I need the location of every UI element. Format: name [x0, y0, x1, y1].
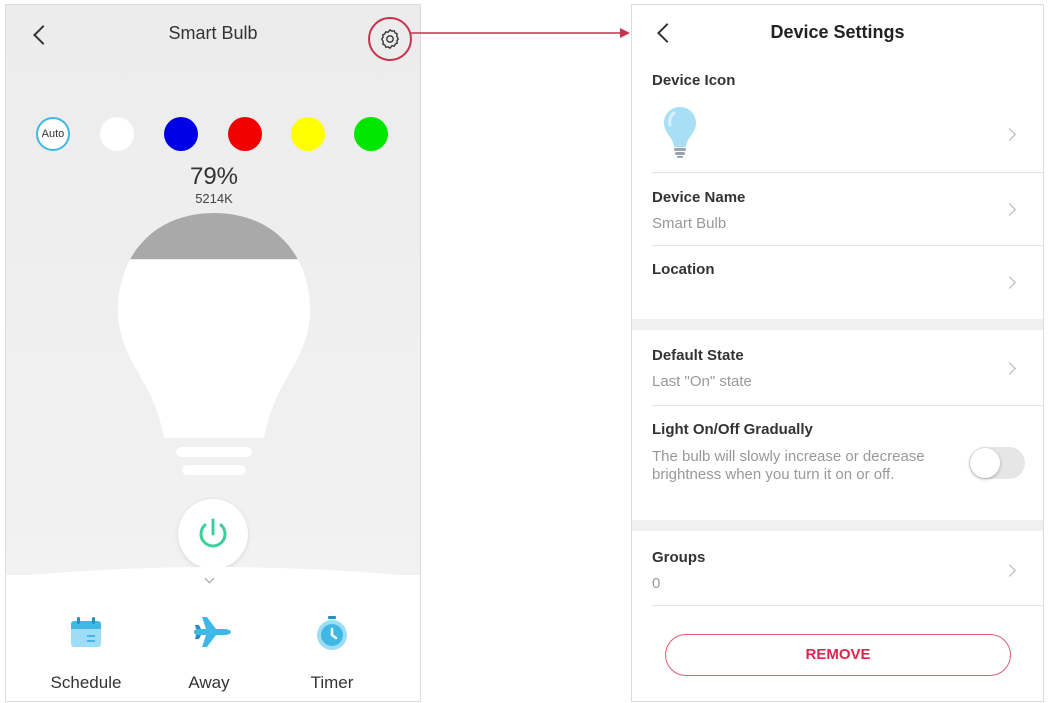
color-temperature-value: 5214K: [195, 191, 233, 206]
gear-icon: [381, 29, 399, 49]
color-green-swatch[interactable]: [354, 117, 388, 151]
chevron-right-icon[interactable]: [1003, 276, 1016, 289]
divider: [652, 605, 1043, 606]
settings-button[interactable]: [368, 17, 412, 61]
chevron-right-icon[interactable]: [1003, 128, 1016, 141]
tab-schedule-label: Schedule: [50, 673, 122, 692]
color-yellow-swatch[interactable]: [291, 117, 325, 151]
gradual-toggle[interactable]: [969, 447, 1025, 479]
color-auto-button[interactable]: Auto: [36, 117, 70, 151]
airplane-icon: [194, 617, 231, 647]
color-blue-swatch[interactable]: [164, 117, 198, 151]
chevron-right-icon[interactable]: [1003, 564, 1016, 577]
remove-button[interactable]: REMOVE: [665, 634, 1011, 676]
brightness-value: 79%: [189, 163, 239, 190]
device-name-value[interactable]: Smart Bulb: [652, 215, 726, 232]
divider: [652, 245, 1043, 246]
calendar-icon: [71, 617, 101, 647]
default-state-label: Default State: [652, 347, 744, 364]
default-state-value[interactable]: Last "On" state: [652, 373, 752, 390]
power-icon: [199, 518, 227, 548]
groups-label: Groups: [652, 549, 706, 566]
color-red-swatch[interactable]: [228, 117, 262, 151]
location-label[interactable]: Location: [652, 261, 715, 278]
smart-bulb-screen: Smart Bulb Auto 79% 5214K Schedule Away …: [5, 4, 421, 702]
page-title: Device Settings: [770, 22, 905, 42]
device-name-label: Device Name: [652, 189, 746, 206]
gradual-label: Light On/Off Gradually: [652, 421, 813, 438]
gradual-description: The bulb will slowly increase or decreas…: [652, 448, 925, 483]
divider: [652, 172, 1043, 173]
bulb-brightness-fill: [118, 213, 310, 260]
stopwatch-icon: [317, 616, 347, 650]
tab-away-label: Away: [188, 673, 230, 692]
chevron-right-icon[interactable]: [1003, 203, 1016, 216]
tab-timer-label: Timer: [310, 673, 354, 692]
groups-value[interactable]: 0: [652, 575, 660, 592]
page-title: Smart Bulb: [168, 23, 258, 43]
section-gap: [632, 520, 1043, 531]
chevron-right-icon[interactable]: [1003, 362, 1016, 375]
device-settings-screen: Device Settings Device Icon Device Name …: [631, 4, 1044, 702]
lightbulb-icon[interactable]: [662, 105, 698, 159]
section-gap: [632, 319, 1043, 330]
color-white-swatch[interactable]: [100, 117, 134, 151]
toggle-knob: [970, 448, 1000, 478]
bulb-brightness-slider[interactable]: [106, 210, 322, 485]
divider: [652, 405, 1043, 406]
device-icon-label: Device Icon: [652, 72, 736, 89]
